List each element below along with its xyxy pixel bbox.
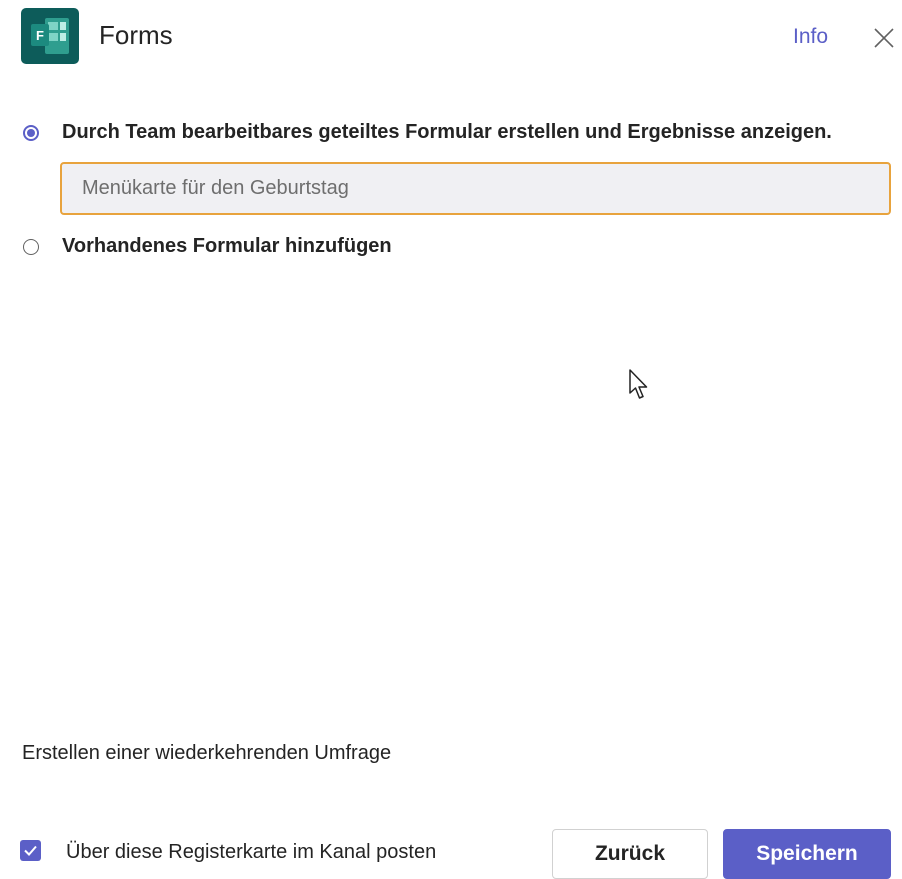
form-name-input[interactable] <box>60 162 891 215</box>
radio-create-shared-form[interactable] <box>23 125 39 141</box>
back-button[interactable]: Zurück <box>552 829 708 879</box>
app-icon-letter: F <box>36 28 44 43</box>
radio-add-existing-form[interactable] <box>23 239 39 255</box>
option-add-existing-form-label[interactable]: Vorhandenes Formular hinzufügen <box>62 235 392 258</box>
option-create-shared-form-label[interactable]: Durch Team bearbeitbares geteiltes Formu… <box>62 121 832 144</box>
recurring-survey-link[interactable]: Erstellen einer wiederkehrenden Umfrage <box>22 742 391 765</box>
post-to-channel-label[interactable]: Über diese Registerkarte im Kanal posten <box>66 841 436 864</box>
close-icon[interactable] <box>872 26 896 50</box>
save-button[interactable]: Speichern <box>723 829 891 879</box>
mouse-cursor-icon <box>628 368 650 402</box>
info-link[interactable]: Info <box>793 25 828 49</box>
post-to-channel-checkbox[interactable] <box>20 840 41 861</box>
checkmark-icon <box>24 845 37 856</box>
dialog-title: Forms <box>99 20 173 50</box>
forms-app-icon: F <box>21 8 79 64</box>
